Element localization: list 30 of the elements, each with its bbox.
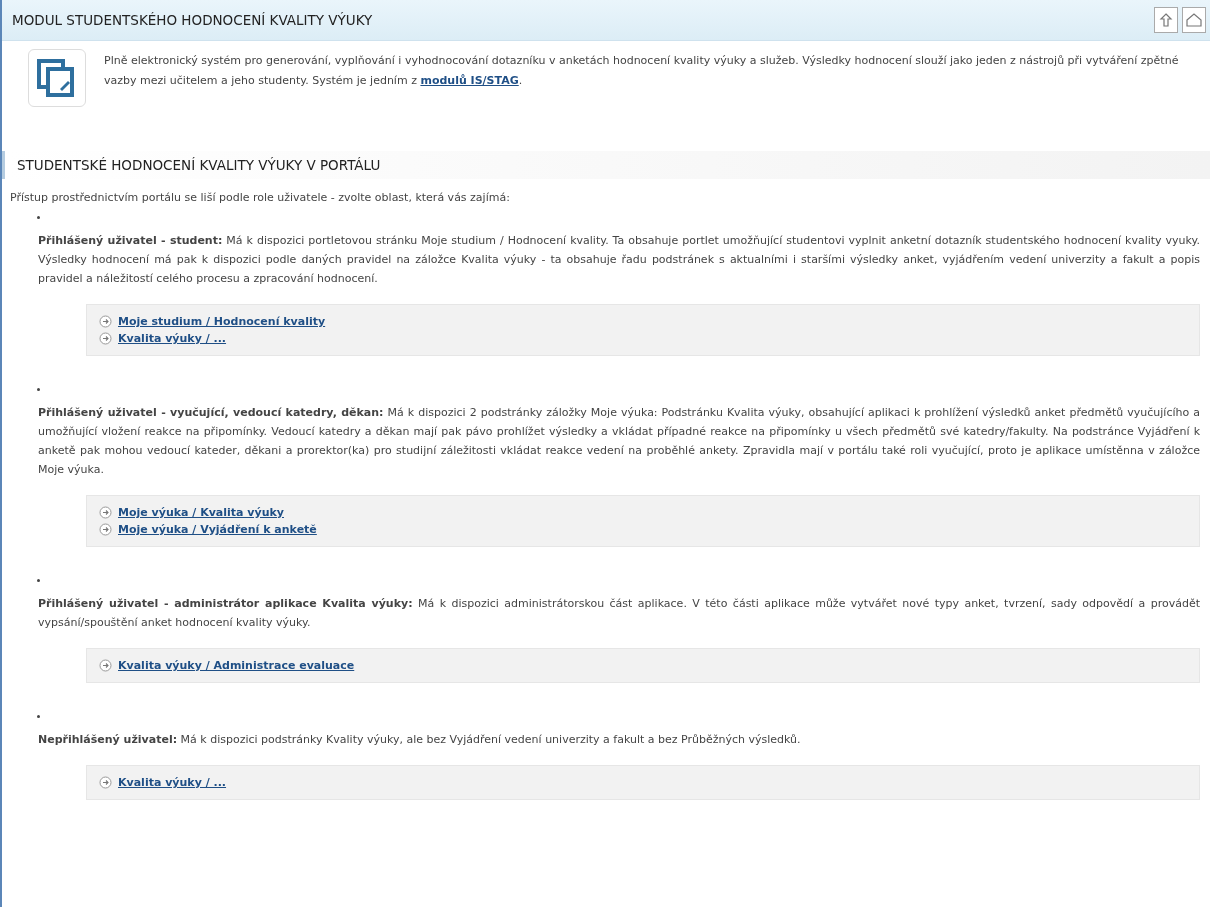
modules-link[interactable]: modulů IS/STAG bbox=[420, 74, 519, 87]
portal-link[interactable]: Moje výuka / Vyjádření k anketě bbox=[118, 523, 317, 536]
bullet-icon bbox=[37, 715, 40, 718]
up-arrow-icon bbox=[1159, 12, 1173, 28]
portal-link[interactable]: Kvalita výuky / Administrace evaluace bbox=[118, 659, 355, 672]
arrow-circle-icon bbox=[99, 315, 112, 328]
up-arrow-button[interactable] bbox=[1154, 7, 1178, 33]
role-description: Přihlášený uživatel - vyučující, vedoucí katedry, děkan: Má k dispozici 2 podstránky záložky Moje výuka: Podstránku Kvalita výuky, obsahující aplikaci k prohlížení výsledků anket předmětů vyučujícího a umožňující vložení reakce na připomínky. Vedoucí katedry a děkan mají pak pávo prohlížet výsledky a vkládat případné reakce na připomínky u všech předmětů své katedry/fakulty. Na podstránce Vyjádření k anketě pak mohou vedoucí kateder, děkani a prorektor(ka) pro studijní záležitosti vkládat reakce vedení na proběhlé ankety. Zpravidla mají v portálu také roli vyučující, proto je aplikace umístěnna v záložce Moje výuka. bbox=[38, 405, 1200, 478]
arrow-circle-icon bbox=[99, 659, 112, 672]
portal-link[interactable]: Kvalita výuky / ... bbox=[118, 776, 227, 789]
arrow-circle-icon bbox=[99, 523, 112, 536]
arrow-circle-icon bbox=[99, 506, 112, 519]
arrow-circle-icon bbox=[99, 332, 112, 345]
portal-link[interactable]: Moje výuka / Kvalita výuky bbox=[118, 506, 284, 519]
section-heading: STUDENTSKÉ HODNOCENÍ KVALITY VÝUKY V PORTÁLU bbox=[2, 151, 1210, 179]
home-icon bbox=[1185, 12, 1203, 28]
module-title: MODUL STUDENTSKÉHO HODNOCENÍ KVALITY VÝUKY bbox=[12, 12, 373, 28]
bullet-icon bbox=[37, 388, 40, 391]
lead-text: Přístup prostřednictvím portálu se liší podle role uživatele - zvolte oblast, která vás zajímá: bbox=[10, 191, 511, 204]
bullet-icon bbox=[37, 216, 40, 219]
intro-paragraph: Plně elektronický systém pro generování, vyplňování i vyhodnocování dotazníku v anketách hodnocení kvality výuky a služeb. Výsledky hodnocení slouží jako jeden z nástrojů při vytváření zpětné vazby mezi učitelem a jeho studenty. Systém je jedním z modulů IS/STAG. bbox=[104, 53, 1180, 89]
arrow-circle-icon bbox=[99, 776, 112, 789]
role-description: Přihlášený uživatel - student: Má k dispozici portletovou stránku Moje studium / Hodnocení kvality. Ta obsahuje portlet umožňující studentovi vyplnit anketní dotazník studentského hodnocení kvality vyuky. Výsledky hodnocení má pak k dispozici podle daných pravidel na záložce Kvalita výuky - ta obsahuje řadu podstránek s aktualními i staršími výsledky anket, vyjádřením vedení univerzity a fakult a popis pravidel a náležitostí celého procesu a zpracování hodnocení. bbox=[38, 233, 1200, 287]
module-icon bbox=[28, 49, 86, 107]
home-button[interactable] bbox=[1182, 7, 1206, 33]
portal-link[interactable]: Moje studium / Hodnocení kvality bbox=[118, 315, 326, 328]
portal-link[interactable]: Kvalita výuky / ... bbox=[118, 332, 227, 345]
role-description: Nepřihlášený uživatel: Má k dispozici podstránky Kvality výuky, ale bez Vyjádření vedení univerzity a fakult a bez Průběžných výsledků. bbox=[38, 732, 802, 748]
role-description: Přihlášený uživatel - administrátor aplikace Kvalita výuky: Má k dispozici administrátorskou část aplikace. V této části aplikace může vytvářet nové typy anket, tvrzení, sady odpovědí a provádět vypsání/spouštění anket hodnocení kvality výuky. bbox=[38, 596, 1200, 631]
bullet-icon bbox=[37, 579, 40, 582]
